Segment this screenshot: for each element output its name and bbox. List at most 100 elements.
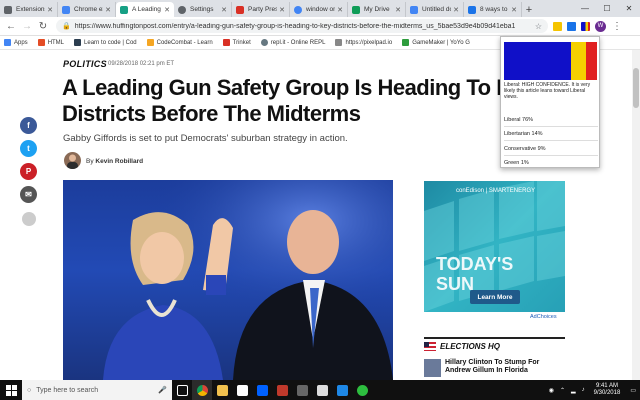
twitter-icon[interactable]: t bbox=[20, 140, 37, 157]
docs-icon bbox=[410, 5, 418, 14]
bookmark-replit[interactable]: repl.it - Online REPL bbox=[260, 39, 325, 46]
codecombat-icon bbox=[146, 39, 154, 46]
avatar[interactable]: W bbox=[595, 20, 606, 32]
pinterest-icon[interactable]: P bbox=[20, 163, 37, 180]
tab-favicon bbox=[120, 5, 128, 14]
close-icon[interactable]: ✕ bbox=[47, 6, 53, 14]
tab-settings[interactable]: Settings ✕ bbox=[174, 2, 232, 17]
forward-button[interactable]: → bbox=[20, 19, 34, 33]
close-icon[interactable]: ✕ bbox=[279, 6, 285, 14]
section-label[interactable]: POLITICS bbox=[63, 59, 107, 69]
tab-chrome-ext[interactable]: Chrome ext✕ bbox=[58, 2, 116, 17]
file-explorer-icon[interactable] bbox=[212, 380, 232, 400]
bookmark-html[interactable]: HTML bbox=[37, 39, 64, 46]
close-icon[interactable]: ✕ bbox=[164, 6, 170, 14]
taskbar-clock[interactable]: 9:41 AM 9/30/2018 bbox=[588, 383, 627, 397]
advertisement[interactable]: conEdison | SMARTENERGY TODAY'S SUN Learn… bbox=[424, 181, 565, 312]
headline-line-2: Districts Before The Midterms bbox=[62, 101, 361, 126]
extension-icon-bias-flag[interactable] bbox=[581, 21, 590, 31]
ad-brand: conEdison | SMARTENERGY bbox=[456, 188, 536, 194]
bookmark-gamemaker[interactable]: GameMaker | YoYo G bbox=[402, 39, 470, 46]
back-button[interactable]: ← bbox=[4, 19, 18, 33]
app-icon-blue[interactable] bbox=[332, 380, 352, 400]
elections-hq-header: ELECTIONS HQ bbox=[424, 337, 565, 351]
page-icon bbox=[335, 39, 343, 46]
extension-icon-blue[interactable] bbox=[567, 21, 576, 31]
close-icon[interactable]: ✕ bbox=[453, 6, 459, 14]
headline-line-1: A Leading Gun Safety Group Is Heading To… bbox=[62, 75, 512, 100]
close-icon[interactable]: ✕ bbox=[221, 6, 227, 14]
score-conservative: Conservative 9% bbox=[504, 146, 546, 152]
tab-a-leading[interactable]: A Leading ✕ bbox=[116, 2, 174, 17]
close-icon[interactable]: ✕ bbox=[511, 6, 517, 14]
tab-8-ways[interactable]: 8 ways to ✕ bbox=[464, 2, 522, 17]
trinket-icon bbox=[222, 39, 230, 46]
new-tab-button[interactable]: + bbox=[522, 2, 536, 17]
store-icon[interactable] bbox=[292, 380, 312, 400]
chrome-icon[interactable] bbox=[192, 380, 212, 400]
volume-icon[interactable]: ♪ bbox=[582, 387, 585, 393]
author-name[interactable]: Kevin Robillard bbox=[95, 158, 143, 165]
apps-grid-icon bbox=[4, 39, 11, 46]
adchoices-link[interactable]: AdChoices bbox=[530, 314, 557, 320]
tab-favicon bbox=[468, 5, 476, 14]
tab-party-pres[interactable]: Party Pres ✕ bbox=[232, 2, 290, 17]
scrollbar-thumb[interactable] bbox=[633, 68, 639, 108]
tab-window-on[interactable]: window on ✕ bbox=[290, 2, 348, 17]
windows-start-icon[interactable] bbox=[0, 380, 22, 400]
author-avatar[interactable] bbox=[64, 152, 81, 169]
bookmark-learn-to-code[interactable]: Learn to code | Cod bbox=[74, 39, 137, 46]
reload-button[interactable]: ↻ bbox=[36, 19, 50, 33]
bookmark-pixelpad[interactable]: https://pixelpad.io bbox=[335, 39, 392, 46]
url-text: https://www.huffingtonpost.com/entry/a-l… bbox=[74, 22, 515, 30]
bookmark-apps[interactable]: Apps bbox=[4, 39, 28, 46]
facebook-icon[interactable]: f bbox=[20, 117, 37, 134]
task-view-icon[interactable] bbox=[172, 380, 192, 400]
bookmark-codecombat[interactable]: CodeCombat - Learn bbox=[146, 39, 213, 46]
tab-untitled-doc[interactable]: Untitled do ✕ bbox=[406, 2, 464, 17]
notifications-icon[interactable]: ▭ bbox=[630, 387, 636, 394]
tab-my-drive[interactable]: My Drive ✕ bbox=[348, 2, 406, 17]
score-green: Green 1% bbox=[504, 160, 529, 166]
taskbar-search-input[interactable]: ○ Type here to search 🎤 bbox=[22, 380, 172, 400]
address-bar[interactable]: 🔒 https://www.huffingtonpost.com/entry/a… bbox=[56, 19, 548, 33]
network-icon[interactable]: ▂ bbox=[571, 387, 576, 394]
close-window-button[interactable]: ✕ bbox=[618, 0, 640, 17]
page-scrollbar[interactable] bbox=[632, 50, 640, 380]
html5-icon bbox=[37, 39, 45, 46]
bookmark-star-icon[interactable]: ☆ bbox=[535, 22, 542, 31]
people-icon[interactable]: ◉ bbox=[549, 387, 554, 394]
page-title: A Leading Gun Safety Group Is Heading To… bbox=[62, 75, 517, 127]
ad-learn-more-button[interactable]: Learn More bbox=[470, 290, 520, 304]
bookmark-trinket[interactable]: Trinket bbox=[222, 39, 251, 46]
microphone-icon[interactable]: 🎤 bbox=[158, 386, 167, 394]
media-icon[interactable] bbox=[272, 380, 292, 400]
maximize-button[interactable]: ☐ bbox=[596, 0, 618, 17]
close-icon[interactable]: ✕ bbox=[105, 6, 111, 14]
menu-icon[interactable]: ⋮ bbox=[610, 19, 624, 33]
extension-icon-yellow[interactable] bbox=[553, 21, 562, 31]
mail-icon[interactable] bbox=[312, 380, 332, 400]
bias-flag bbox=[504, 42, 597, 80]
tab-extensions[interactable]: Extensions ✕ bbox=[0, 2, 58, 17]
tab-favicon bbox=[4, 5, 12, 14]
email-icon[interactable]: ✉ bbox=[20, 186, 37, 203]
chevron-up-icon[interactable]: ⌃ bbox=[560, 387, 565, 394]
bias-extension-popup: Liberal: HIGH CONFIDENCE. It is very lik… bbox=[500, 36, 600, 168]
close-icon[interactable]: ✕ bbox=[395, 6, 401, 14]
dropbox-icon[interactable] bbox=[252, 380, 272, 400]
minimize-button[interactable]: — bbox=[574, 0, 596, 17]
replit-icon bbox=[260, 39, 268, 46]
comment-icon[interactable] bbox=[22, 212, 36, 226]
sidebar-story[interactable]: Hillary Clinton To Stump For Andrew Gillu… bbox=[424, 359, 565, 377]
story-thumbnail[interactable] bbox=[424, 359, 441, 377]
search-icon: ○ bbox=[27, 386, 32, 394]
article-subhead: Gabby Giffords is set to put Democrats' … bbox=[63, 133, 348, 144]
ad-headline: TODAY'S SUN bbox=[436, 254, 514, 294]
code-icon bbox=[74, 39, 82, 46]
xbox-icon[interactable] bbox=[352, 380, 372, 400]
bias-summary: Liberal: HIGH CONFIDENCE. It is very lik… bbox=[504, 82, 591, 100]
amazon-icon[interactable] bbox=[232, 380, 252, 400]
hero-image bbox=[63, 180, 393, 380]
close-icon[interactable]: ✕ bbox=[337, 6, 343, 14]
